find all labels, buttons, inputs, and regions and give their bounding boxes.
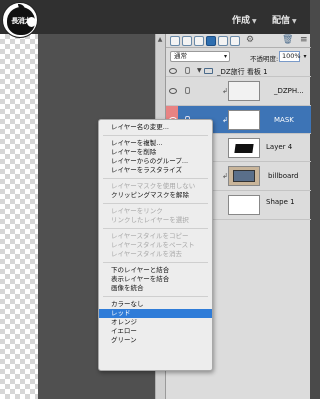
mask-icon[interactable] xyxy=(206,36,216,46)
menu-item-merge-visible[interactable]: 表示レイヤーを結合 xyxy=(99,275,212,284)
layer-thumbnail xyxy=(228,81,260,101)
billboard-thumb-image xyxy=(233,170,255,182)
folder-icon xyxy=(204,68,213,74)
layer-name: Shape 1 xyxy=(266,198,295,206)
menu-item-merge-down[interactable]: 下のレイヤーと結合 xyxy=(99,266,212,275)
menu-item-link-layers: レイヤーをリンク xyxy=(111,207,163,215)
menu-divider xyxy=(103,135,208,136)
menu-item-copy-style: レイヤースタイルをコピー xyxy=(111,232,189,240)
menu-item-delete[interactable]: レイヤーを削除 xyxy=(99,148,212,157)
menu-item-flatten-image[interactable]: 画像を統合 xyxy=(99,284,212,293)
top-bar: 作成 ▼ 配信 ▼ xyxy=(0,0,310,34)
layer-name: _DZPH... xyxy=(274,87,304,95)
chain-icon[interactable] xyxy=(185,67,190,74)
chevron-down-icon[interactable]: ▾ xyxy=(301,51,309,62)
menu-item-select-linked: リンクしたレイヤーを選択 xyxy=(111,216,189,224)
layer-context-menu: レイヤー名の変更... レイヤーを複製... レイヤーを削除 レイヤーからのグル… xyxy=(98,119,213,371)
chevron-down-icon: ▼ xyxy=(252,18,257,25)
expand-arrow-icon[interactable]: ▼ xyxy=(197,67,202,74)
menu-share[interactable]: 配信 ▼ xyxy=(272,13,297,26)
panel-menu-icon[interactable]: ≡ xyxy=(300,35,308,45)
menu-item-group-from-layers[interactable]: レイヤーからのグループ... xyxy=(99,157,212,166)
layer-row-dzph[interactable]: ↲ _DZPH... xyxy=(166,77,311,106)
chevron-down-icon: ▼ xyxy=(292,18,297,25)
adjustment-layer-icon[interactable] xyxy=(194,36,204,46)
layer-name: Layer 4 xyxy=(266,143,293,151)
layer-thumbnail xyxy=(228,110,260,130)
layer-row-group[interactable]: ▼ _DZ旅行 看板 1 xyxy=(166,65,311,77)
menu-item-release-clipping-mask[interactable]: クリッピングマスクを解除 xyxy=(99,191,212,200)
menu-item-paste-style: レイヤースタイルをペースト xyxy=(111,241,195,249)
menu-create[interactable]: 作成 ▼ xyxy=(232,13,257,26)
layer-options-row: 通常 ▾ 不透明度: 100% ▾ xyxy=(166,50,311,64)
logo-text: 長消太 xyxy=(11,17,31,25)
link-icon[interactable]: ⚙ xyxy=(246,35,254,45)
menu-divider xyxy=(103,228,208,229)
lock-transparent-icon[interactable] xyxy=(218,36,228,46)
opacity-input[interactable]: 100% xyxy=(279,51,301,62)
menu-item-color-orange[interactable]: オレンジ xyxy=(99,318,212,327)
menu-share-label: 配信 xyxy=(272,16,291,26)
menu-item-color-red[interactable]: レッド xyxy=(99,309,212,318)
eye-icon[interactable] xyxy=(169,68,177,74)
trash-icon[interactable]: 🗑 xyxy=(282,35,293,45)
new-layer-icon[interactable] xyxy=(170,36,180,46)
layer-name: _DZ旅行 看板 1 xyxy=(217,68,268,76)
scroll-up-icon[interactable]: ▲ xyxy=(156,36,164,44)
menu-item-color-green[interactable]: グリーン xyxy=(99,336,212,345)
layer-thumbnail xyxy=(228,166,260,186)
chain-icon[interactable] xyxy=(185,87,190,94)
menu-item-color-none[interactable]: カラーなし xyxy=(99,300,212,309)
menu-divider xyxy=(103,203,208,204)
chevron-down-icon: ▾ xyxy=(223,53,227,60)
lock-all-icon[interactable] xyxy=(230,36,240,46)
blend-mode-select[interactable]: 通常 ▾ xyxy=(170,51,230,62)
layer-name: billboard xyxy=(268,172,299,180)
menu-item-disable-mask: レイヤーマスクを使用しない xyxy=(111,182,196,190)
menu-item-color-yellow[interactable]: イエロー xyxy=(99,327,212,336)
menu-item-rename[interactable]: レイヤー名の変更... xyxy=(99,123,212,132)
menu-create-label: 作成 xyxy=(232,16,251,26)
menu-divider xyxy=(103,262,208,263)
layer-thumbnail xyxy=(228,195,260,215)
opacity-label: 不透明度: xyxy=(250,55,279,63)
new-group-icon[interactable] xyxy=(182,36,192,46)
watermark-logo: 長消太 xyxy=(2,2,38,38)
link-icon: ↲ xyxy=(222,172,228,180)
link-icon: ↲ xyxy=(222,87,228,95)
menu-item-rasterize[interactable]: レイヤーをラスタライズ xyxy=(99,166,212,175)
blend-mode-value: 通常 xyxy=(174,52,187,60)
eye-icon[interactable] xyxy=(169,88,177,94)
black-shape-thumb xyxy=(234,144,254,153)
menu-divider xyxy=(103,178,208,179)
link-icon: ↲ xyxy=(222,116,228,124)
menu-divider xyxy=(103,296,208,297)
document-canvas[interactable] xyxy=(0,34,38,399)
layers-toolbar: ⚙ 🗑 ≡ xyxy=(166,34,311,48)
menu-item-duplicate[interactable]: レイヤーを複製... xyxy=(99,139,212,148)
layer-thumbnail xyxy=(228,138,260,158)
layer-name: MASK xyxy=(274,116,294,124)
menu-item-clear-style: レイヤースタイルを消去 xyxy=(111,250,182,258)
